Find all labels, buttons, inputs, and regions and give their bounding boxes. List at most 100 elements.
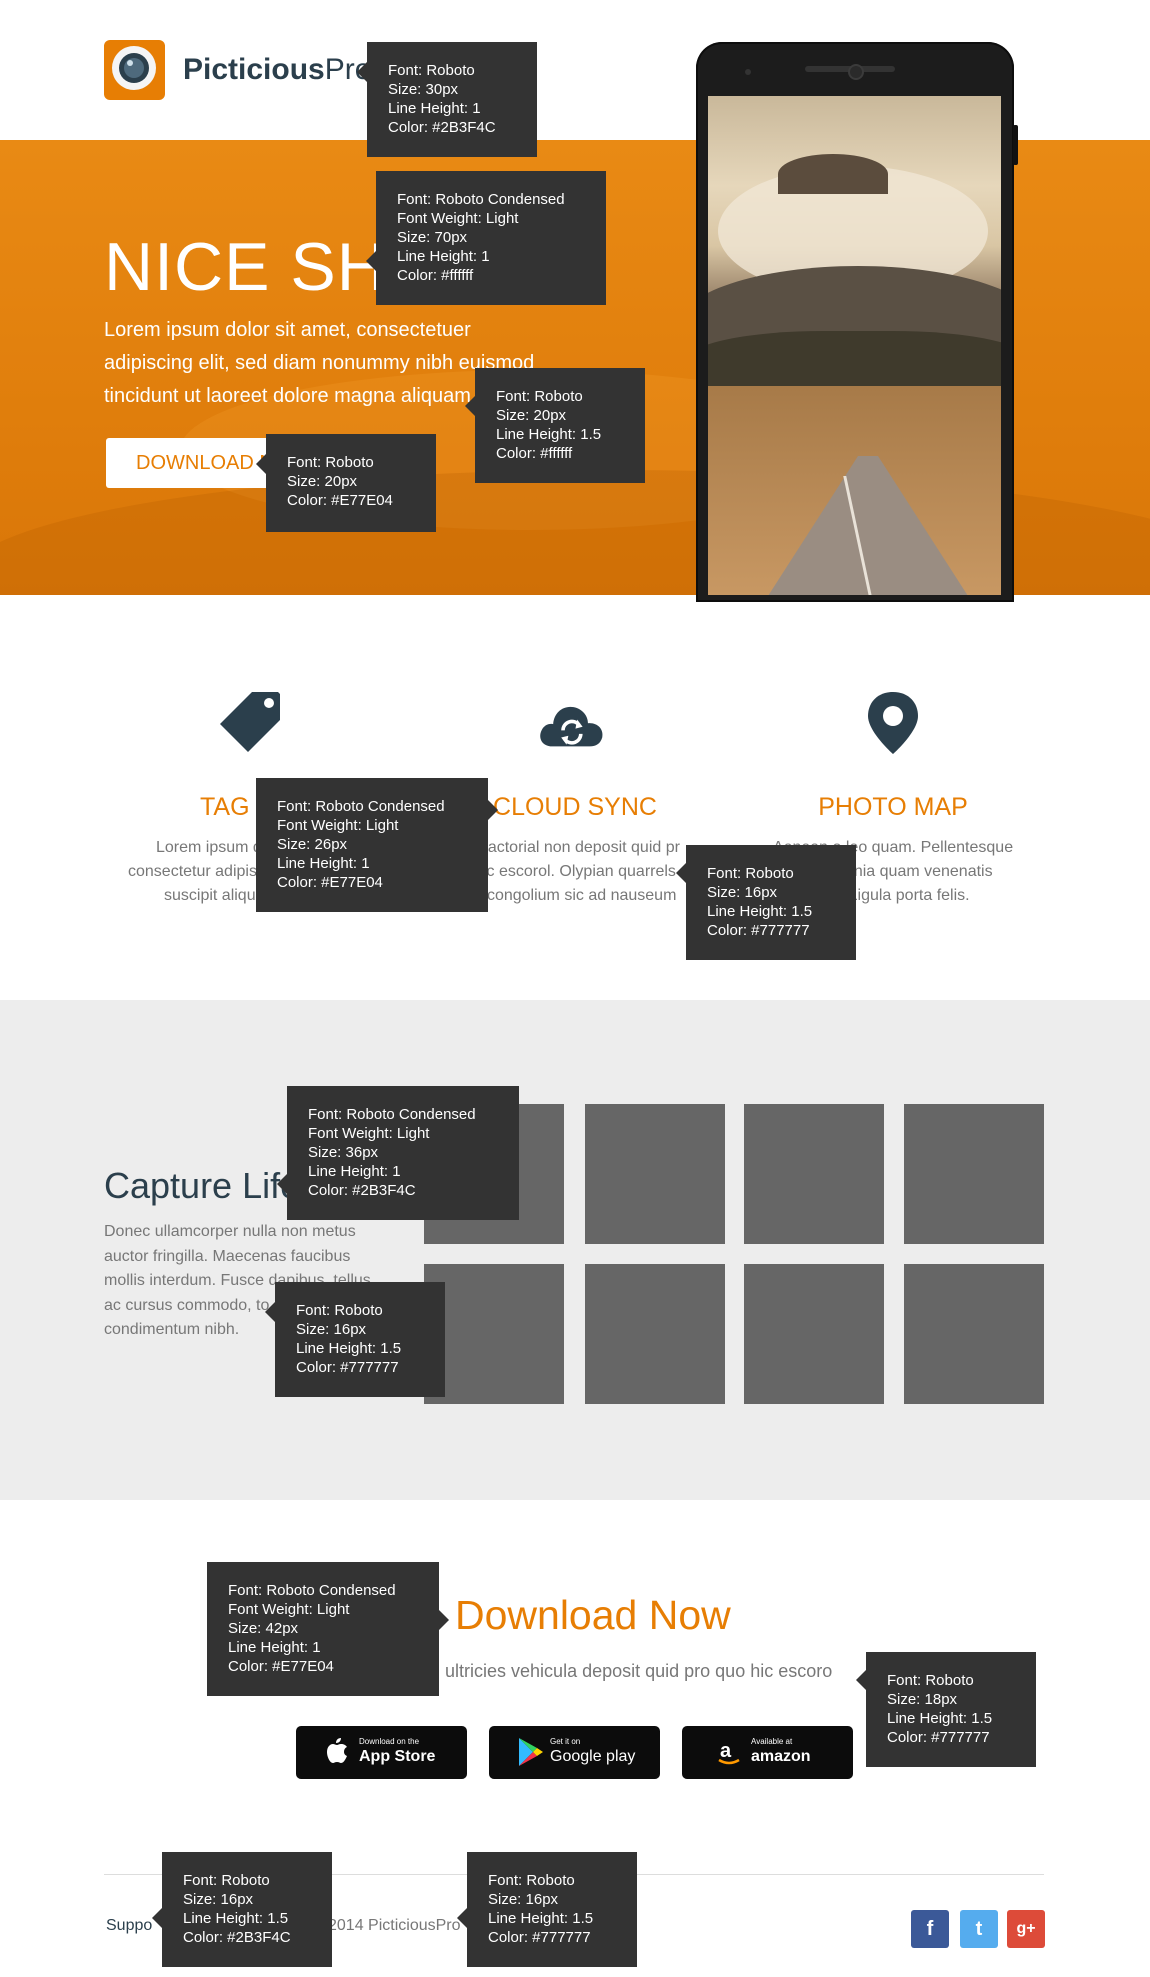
- annotation-line: Size: 70px: [397, 229, 468, 246]
- annotation-line: Color: #777777: [707, 922, 810, 939]
- annotation-pointer: [366, 251, 376, 271]
- annotation-line: Font: Roboto Condensed: [308, 1106, 476, 1123]
- annotation-download-text: Font: Roboto Size: 18px Line Height: 1.5…: [856, 1652, 1036, 1767]
- annotation-hero-title: Font: Roboto Condensed Font Weight: Ligh…: [366, 171, 606, 305]
- annotation-line: Line Height: 1.5: [496, 426, 602, 443]
- map-pin-icon: [868, 692, 918, 754]
- gallery-thumbnail[interactable]: [585, 1264, 725, 1404]
- annotation-line: Size: 18px: [887, 1691, 958, 1708]
- annotation-line: Size: 30px: [388, 81, 459, 98]
- gallery-thumbnail[interactable]: [744, 1264, 884, 1404]
- annotation-footer-support: Font: Roboto Size: 16px Line Height: 1.5…: [152, 1852, 332, 1967]
- annotation-pointer: [265, 1302, 275, 1322]
- amazon-button[interactable]: a Available at amazon: [682, 1726, 853, 1779]
- annotation-line: Size: 16px: [296, 1321, 367, 1338]
- annotation-capture-text: Font: Roboto Size: 16px Line Height: 1.5…: [265, 1282, 445, 1397]
- app-store-button[interactable]: Download on the App Store: [296, 1726, 467, 1779]
- annotation-logo: Font: Roboto Size: 30px Line Height: 1 C…: [357, 42, 537, 157]
- annotation-hero-lead: Font: Roboto Size: 20px Line Height: 1.5…: [465, 368, 645, 483]
- annotation-line: Size: 36px: [308, 1144, 379, 1161]
- tag-icon: [220, 692, 280, 752]
- annotation-line: Font: Roboto: [296, 1302, 383, 1319]
- annotation-line: Color: #2B3F4C: [183, 1929, 291, 1946]
- annotation-line: Font: Roboto: [388, 62, 475, 79]
- annotation-line: Font: Roboto: [287, 454, 374, 471]
- annotation-line: Color: #777777: [296, 1359, 399, 1376]
- gallery-thumbnail[interactable]: [904, 1104, 1044, 1244]
- amazon-small: Available at: [751, 1737, 793, 1746]
- phone-camera: [848, 64, 864, 80]
- annotation-download-title: Font: Roboto Condensed Font Weight: Ligh…: [207, 1562, 449, 1696]
- annotation-line: Line Height: 1.5: [296, 1340, 402, 1357]
- gallery-thumbnail[interactable]: [744, 1104, 884, 1244]
- annotation-line: Font Weight: Light: [228, 1601, 350, 1618]
- capture-text-line: Donec ullamcorper nulla non metus: [104, 1223, 356, 1240]
- annotation-pointer: [256, 454, 266, 474]
- annotation-line: Font Weight: Light: [308, 1125, 430, 1142]
- annotation-line: Line Height: 1.5: [488, 1910, 594, 1927]
- google-play-small: Get it on: [550, 1737, 581, 1746]
- annotation-line: Line Height: 1: [228, 1639, 321, 1656]
- phone-sensor: [745, 69, 751, 75]
- gallery-thumbnail[interactable]: [424, 1264, 564, 1404]
- google-play-icon: [519, 1738, 543, 1766]
- annotation-line: Font: Roboto Condensed: [228, 1582, 396, 1599]
- apple-icon: [327, 1738, 347, 1763]
- google-plus-glyph: g+: [1016, 1920, 1036, 1937]
- annotation-line: Font: Roboto: [183, 1872, 270, 1889]
- gallery-thumbnail[interactable]: [904, 1264, 1044, 1404]
- twitter-icon[interactable]: t: [960, 1910, 998, 1948]
- hero-download-button[interactable]: DOWNLOAD N: [106, 438, 276, 488]
- annotation-line: Line Height: 1: [277, 855, 370, 872]
- annotation-line: Size: 26px: [277, 836, 348, 853]
- annotation-line: Font: Roboto: [887, 1672, 974, 1689]
- annotation-line: Size: 16px: [183, 1891, 254, 1908]
- annotation-line: Color: #E77E04: [277, 874, 383, 891]
- brand-name[interactable]: PicticiousPro: [183, 52, 371, 88]
- annotation-line: Size: 20px: [287, 473, 358, 490]
- annotation-pointer: [465, 396, 475, 416]
- annotation-line: Line Height: 1: [397, 248, 490, 265]
- annotation-pointer: [457, 1908, 467, 1928]
- amazon-large: amazon: [751, 1748, 811, 1765]
- annotation-line: Size: 42px: [228, 1620, 299, 1637]
- facebook-glyph: f: [926, 1918, 934, 1940]
- phone-screen-photo: [708, 96, 1001, 595]
- annotation-pointer: [357, 62, 367, 82]
- annotation-feature-title: Font: Roboto Condensed Font Weight: Ligh…: [256, 778, 498, 912]
- annotation-line: Line Height: 1.5: [707, 903, 813, 920]
- annotation-line: Font: Roboto Condensed: [397, 191, 565, 208]
- annotation-line: Size: 16px: [488, 1891, 559, 1908]
- google-plus-icon[interactable]: g+: [1007, 1910, 1045, 1948]
- annotation-line: Size: 20px: [496, 407, 567, 424]
- annotation-line: Font Weight: Light: [277, 817, 399, 834]
- annotation-line: Font: Roboto Condensed: [277, 798, 445, 815]
- annotation-footer-copy: Font: Roboto Size: 16px Line Height: 1.5…: [457, 1852, 637, 1967]
- annotation-line: Color: #ffffff: [496, 445, 573, 462]
- annotation-line: Line Height: 1.5: [887, 1710, 993, 1727]
- facebook-icon[interactable]: f: [911, 1910, 949, 1948]
- annotation-hero-button: Font: Roboto Size: 20px Color: #E77E04: [256, 434, 436, 532]
- annotation-line: Color: #E77E04: [287, 492, 393, 509]
- annotation-line: Font: Roboto: [496, 388, 583, 405]
- annotation-line: Font: Roboto: [707, 865, 794, 882]
- hero-download-button-label: DOWNLOAD N: [136, 452, 274, 474]
- annotation-capture-title: Font: Roboto Condensed Font Weight: Ligh…: [277, 1086, 519, 1220]
- annotation-pointer: [856, 1670, 866, 1690]
- annotation-line: Color: #ffffff: [397, 267, 474, 284]
- gallery-thumbnail[interactable]: [585, 1104, 725, 1244]
- amazon-icon: a: [718, 1740, 740, 1765]
- footer-support-link[interactable]: Suppo: [106, 1914, 152, 1938]
- brand-name-bold: Picticious: [183, 53, 325, 86]
- annotation-line: Color: #E77E04: [228, 1658, 334, 1675]
- google-play-button[interactable]: Get it on Google play: [489, 1726, 660, 1779]
- annotation-line: Color: #2B3F4C: [308, 1182, 416, 1199]
- annotation-line: Line Height: 1.5: [183, 1910, 289, 1927]
- capture-text-line: auctor fringilla. Maecenas faucibus: [104, 1247, 351, 1265]
- annotation-line: Color: #777777: [887, 1729, 990, 1746]
- annotation-pointer: [439, 1610, 449, 1630]
- photo-peak: [778, 154, 888, 194]
- app-store-large: App Store: [359, 1748, 436, 1765]
- annotation-line: Font Weight: Light: [397, 210, 519, 227]
- twitter-glyph: t: [975, 1918, 983, 1940]
